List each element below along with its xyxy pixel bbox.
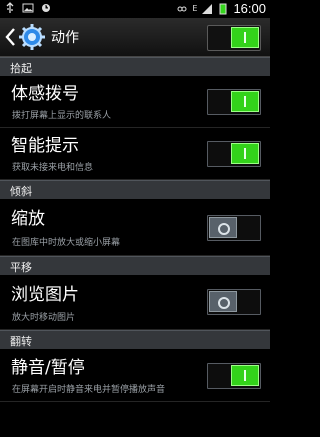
image-icon xyxy=(22,3,34,13)
setting-title: 静音/暂停 xyxy=(11,358,85,378)
status-time: 16:00 xyxy=(233,1,266,16)
toggle-thumb-off xyxy=(209,291,237,312)
bottom-empty-area xyxy=(0,402,270,437)
toggle-thumb-off xyxy=(209,217,237,238)
setting-title: 智能提示 xyxy=(11,136,79,156)
battery-icon xyxy=(219,3,227,14)
vibrate-icon xyxy=(177,6,187,11)
alarm-icon xyxy=(42,4,50,12)
direct-call-toggle[interactable] xyxy=(207,89,261,115)
section-header-pan: 平移 xyxy=(0,256,270,275)
setting-row-mute-pause[interactable]: 静音/暂停 在屏幕开启时静音来电并暂停播放声音 xyxy=(0,349,270,402)
status-icons-left xyxy=(4,2,52,14)
status-icons-right: E 16:00 xyxy=(176,1,266,16)
signal-icon xyxy=(202,3,213,14)
toggle-thumb-on xyxy=(231,365,259,386)
setting-row-zoom[interactable]: 缩放 在图库中时放大或缩小屏幕 xyxy=(0,199,270,256)
setting-title: 缩放 xyxy=(11,209,45,229)
master-motion-toggle[interactable] xyxy=(207,25,261,51)
setting-row-smart-alert[interactable]: 智能提示 获取未接来电和信息 xyxy=(0,128,270,180)
setting-title: 体感拨号 xyxy=(11,84,79,104)
setting-row-direct-call[interactable]: 体感拨号 拨打屏幕上显示的联系人 xyxy=(0,76,270,128)
setting-subtitle: 拨打屏幕上显示的联系人 xyxy=(12,111,112,121)
action-bar: 动作 xyxy=(0,18,270,57)
section-header-pickup: 拾起 xyxy=(0,57,270,76)
back-arrow-icon[interactable] xyxy=(4,27,16,47)
section-header-flip: 翻转 xyxy=(0,330,270,349)
zoom-toggle[interactable] xyxy=(207,215,261,241)
section-label: 平移 xyxy=(10,261,32,274)
setting-title: 浏览图片 xyxy=(11,285,79,305)
setting-subtitle: 获取未接来电和信息 xyxy=(12,163,94,173)
status-bar: E 16:00 xyxy=(0,0,270,18)
section-label: 翻转 xyxy=(10,335,32,348)
setting-row-browse-images[interactable]: 浏览图片 放大时移动图片 xyxy=(0,275,270,330)
setting-subtitle: 在屏幕开启时静音来电并暂停播放声音 xyxy=(12,385,166,395)
setting-subtitle: 放大时移动图片 xyxy=(12,313,76,323)
smart-alert-toggle[interactable] xyxy=(207,141,261,167)
page-title: 动作 xyxy=(51,30,79,46)
section-label: 倾斜 xyxy=(10,185,32,198)
section-label: 拾起 xyxy=(10,62,32,75)
toggle-thumb-on xyxy=(231,27,259,48)
browse-images-toggle[interactable] xyxy=(207,289,261,315)
gear-icon xyxy=(19,24,45,50)
section-header-tilt: 倾斜 xyxy=(0,180,270,199)
toggle-thumb-on xyxy=(231,143,259,164)
mute-pause-toggle[interactable] xyxy=(207,363,261,389)
toggle-thumb-on xyxy=(231,91,259,112)
usb-icon xyxy=(6,2,14,13)
network-type-text: E xyxy=(192,4,198,13)
setting-subtitle: 在图库中时放大或缩小屏幕 xyxy=(12,238,121,248)
